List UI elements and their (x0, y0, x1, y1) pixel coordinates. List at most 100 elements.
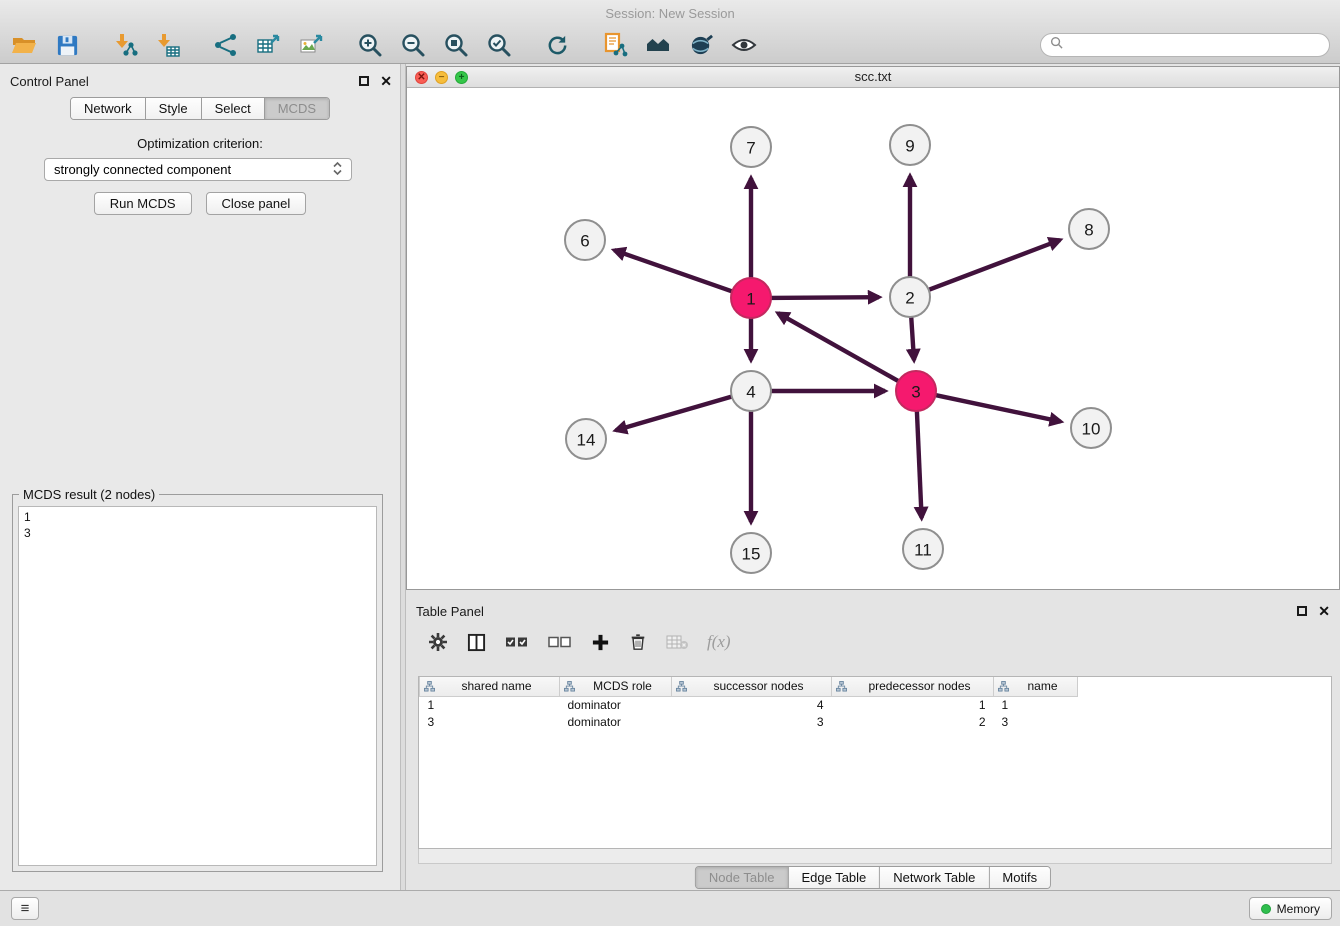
network-from-selection-icon[interactable] (212, 31, 240, 59)
table-row[interactable]: 3 dominator 3 2 3 (420, 713, 1078, 730)
node-2[interactable]: 2 (890, 277, 930, 317)
node-14[interactable]: 14 (566, 419, 606, 459)
show-hide-eye-icon[interactable] (730, 31, 758, 59)
task-history-button[interactable]: ≡ (11, 897, 39, 920)
table-panel: Table Panel ✕ (406, 595, 1340, 890)
run-mcds-button[interactable]: Run MCDS (94, 192, 192, 215)
status-bar: ≡ Memory (0, 890, 1340, 926)
search-icon (1050, 36, 1063, 54)
add-column-icon[interactable] (591, 630, 610, 654)
tab-network-table[interactable]: Network Table (880, 867, 989, 888)
close-panel-icon[interactable]: ✕ (380, 74, 392, 88)
control-panel-tabs: Network Style Select MCDS (70, 97, 330, 120)
node-label: 3 (911, 383, 920, 402)
node-table-wrap: shared name MCDS role successor nodes pr… (418, 676, 1332, 849)
window-titlebar: Session: New Session (0, 0, 1340, 27)
column-header-name[interactable]: name (994, 677, 1078, 696)
column-layout-icon[interactable] (467, 630, 486, 654)
export-table-icon[interactable] (255, 31, 283, 59)
table-row[interactable]: 1 dominator 4 1 1 (420, 696, 1078, 713)
node-1[interactable]: 1 (731, 278, 771, 318)
tab-style[interactable]: Style (146, 98, 202, 119)
table-panel-tabs: Node Table Edge Table Network Table Moti… (695, 866, 1051, 889)
edge-1-6[interactable] (614, 250, 734, 292)
import-table-from-file-icon[interactable] (154, 31, 182, 59)
edge-3-10[interactable] (934, 395, 1061, 422)
application-window: Session: New Session (0, 0, 1340, 926)
zoom-selected-icon[interactable] (485, 31, 513, 59)
edge-2-8[interactable] (927, 240, 1060, 291)
node-8[interactable]: 8 (1069, 209, 1109, 249)
right-area: ✕ − + scc.txt 7 9 6 8 1 2 4 3 14 10 15 11 (406, 64, 1340, 890)
float-table-panel-icon[interactable] (1297, 606, 1307, 616)
column-header-shared-name[interactable]: shared name (420, 677, 560, 696)
minimize-window-icon[interactable]: − (435, 71, 448, 84)
node-label: 1 (746, 290, 755, 309)
tab-network[interactable]: Network (71, 98, 146, 119)
zoom-fit-icon[interactable] (442, 31, 470, 59)
close-table-panel-icon[interactable]: ✕ (1318, 604, 1330, 618)
window-title: Session: New Session (605, 6, 734, 21)
float-panel-icon[interactable] (359, 76, 369, 86)
network-canvas-area[interactable]: 7 9 6 8 1 2 4 3 14 10 15 11 (407, 88, 1339, 589)
tab-edge-table[interactable]: Edge Table (788, 867, 880, 888)
clipboard-share-icon[interactable] (601, 31, 629, 59)
delete-column-icon[interactable] (629, 630, 647, 654)
edge-1-2[interactable] (769, 297, 879, 298)
tab-select[interactable]: Select (202, 98, 265, 119)
maximize-window-icon[interactable]: + (455, 71, 468, 84)
node-15[interactable]: 15 (731, 533, 771, 573)
horizontal-scrollbar[interactable] (418, 849, 1332, 864)
network-view-window: ✕ − + scc.txt 7 9 6 8 1 2 4 3 14 10 15 11 (406, 66, 1340, 590)
node-7[interactable]: 7 (731, 127, 771, 167)
edge-4-14[interactable] (616, 396, 734, 430)
column-header-successor-nodes[interactable]: successor nodes (672, 677, 832, 696)
search-field[interactable] (1040, 33, 1330, 57)
style-sphere-icon[interactable] (687, 31, 715, 59)
zoom-in-icon[interactable] (356, 31, 384, 59)
tab-node-table[interactable]: Node Table (696, 867, 789, 888)
close-window-icon[interactable]: ✕ (415, 71, 428, 84)
memory-status-icon (1261, 904, 1271, 914)
zoom-out-icon[interactable] (399, 31, 427, 59)
mcds-result-title: MCDS result (2 nodes) (19, 487, 159, 502)
memory-button[interactable]: Memory (1249, 897, 1332, 920)
edge-3-11[interactable] (917, 409, 922, 518)
main-toolbar (0, 27, 1340, 64)
network-window-title: scc.txt (407, 67, 1339, 87)
home-pages-icon[interactable] (644, 31, 672, 59)
node-4[interactable]: 4 (731, 371, 771, 411)
export-image-icon[interactable] (298, 31, 326, 59)
node-11[interactable]: 11 (903, 529, 943, 569)
network-window-titlebar: ✕ − + scc.txt (407, 67, 1339, 88)
edge-3-1[interactable] (778, 313, 900, 382)
column-header-predecessor-nodes[interactable]: predecessor nodes (832, 677, 994, 696)
node-3[interactable]: 3 (896, 371, 936, 411)
column-header-mcds-role[interactable]: MCDS role (560, 677, 672, 696)
function-builder-icon[interactable]: f(x) (707, 630, 731, 654)
node-6[interactable]: 6 (565, 220, 605, 260)
refresh-layout-icon[interactable] (543, 31, 571, 59)
node-10[interactable]: 10 (1071, 408, 1111, 448)
node-label: 8 (1084, 221, 1093, 240)
node-label: 15 (742, 545, 761, 564)
table-panel-title: Table Panel (416, 604, 484, 619)
sort-icon (676, 681, 687, 695)
select-all-columns-icon[interactable] (505, 630, 529, 654)
mcds-result-list: 1 3 (18, 506, 377, 866)
search-input[interactable] (1069, 38, 1320, 53)
edge-2-3[interactable] (911, 315, 914, 360)
delete-table-icon[interactable] (666, 630, 688, 654)
import-network-from-file-icon[interactable] (111, 31, 139, 59)
save-session-icon[interactable] (53, 31, 81, 59)
tab-motifs[interactable]: Motifs (989, 867, 1050, 888)
close-panel-button[interactable]: Close panel (206, 192, 307, 215)
tab-mcds[interactable]: MCDS (265, 98, 329, 119)
gear-icon[interactable] (428, 630, 448, 654)
open-folder-icon[interactable] (10, 31, 38, 59)
node-label: 11 (914, 541, 932, 560)
network-canvas: 7 9 6 8 1 2 4 3 14 10 15 11 (407, 88, 1339, 589)
unselect-all-columns-icon[interactable] (548, 630, 572, 654)
node-9[interactable]: 9 (890, 125, 930, 165)
criterion-dropdown[interactable]: strongly connected component (44, 158, 352, 181)
